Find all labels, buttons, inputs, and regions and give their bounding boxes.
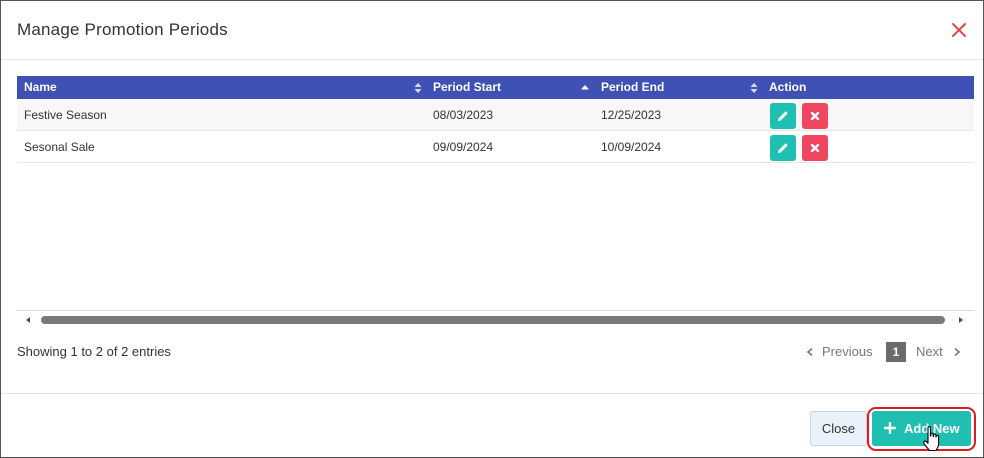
column-header-period-end[interactable]: Period End [594,76,762,99]
pagination-next-label: Next [916,344,943,359]
chevron-left-icon [806,347,813,357]
hand-pointer-icon [923,426,940,452]
edit-button[interactable] [770,135,796,161]
sort-both-icon [750,83,758,93]
pencil-icon [778,111,788,121]
table-info: Showing 1 to 2 of 2 entries [17,344,171,359]
close-icon[interactable] [947,18,971,42]
delete-button[interactable] [802,103,828,129]
promotion-periods-table: Name Period Start Period End Action Fest… [17,76,974,163]
manage-promotion-periods-modal: Manage Promotion Periods Name Period Sta… [0,0,984,458]
table-header: Name Period Start Period End Action [17,76,974,99]
scroll-right-icon[interactable] [957,316,965,324]
column-header-action: Action [762,76,974,99]
delete-button[interactable] [802,135,828,161]
close-button[interactable]: Close [810,411,867,446]
x-icon [810,111,820,121]
cell-period-end: 12/25/2023 [601,108,662,122]
column-header-name[interactable]: Name [17,76,426,99]
pencil-icon [778,143,788,153]
cell-period-end: 10/09/2024 [601,140,662,154]
pagination-page-1[interactable]: 1 [886,342,906,362]
cell-name: Sesonal Sale [24,140,95,154]
edit-button[interactable] [770,103,796,129]
horizontal-scrollbar[interactable] [17,312,974,328]
column-header-label: Name [24,80,57,94]
column-header-label: Period Start [433,80,502,94]
column-header-period-start[interactable]: Period Start [426,76,594,99]
table-row: Festive Season 08/03/2023 12/25/2023 [17,99,974,131]
column-header-label: Period End [601,80,665,94]
cell-name: Festive Season [24,108,107,122]
cell-period-start: 09/09/2024 [433,140,494,154]
scroll-left-icon[interactable] [24,316,32,324]
cell-period-start: 08/03/2023 [433,108,494,122]
pagination-previous-label: Previous [822,344,873,359]
chevron-right-icon [954,347,961,357]
sort-asc-icon [581,85,589,90]
column-header-label: Action [769,80,807,94]
modal-title: Manage Promotion Periods [17,20,228,39]
plus-icon [884,422,896,434]
scrollbar-thumb[interactable] [41,316,945,324]
sort-both-icon [414,83,422,93]
modal-header: Manage Promotion Periods [1,1,983,60]
x-icon [810,143,820,153]
table-row: Sesonal Sale 09/09/2024 10/09/2024 [17,131,974,163]
footer-divider [1,393,983,394]
table-divider [17,310,974,311]
